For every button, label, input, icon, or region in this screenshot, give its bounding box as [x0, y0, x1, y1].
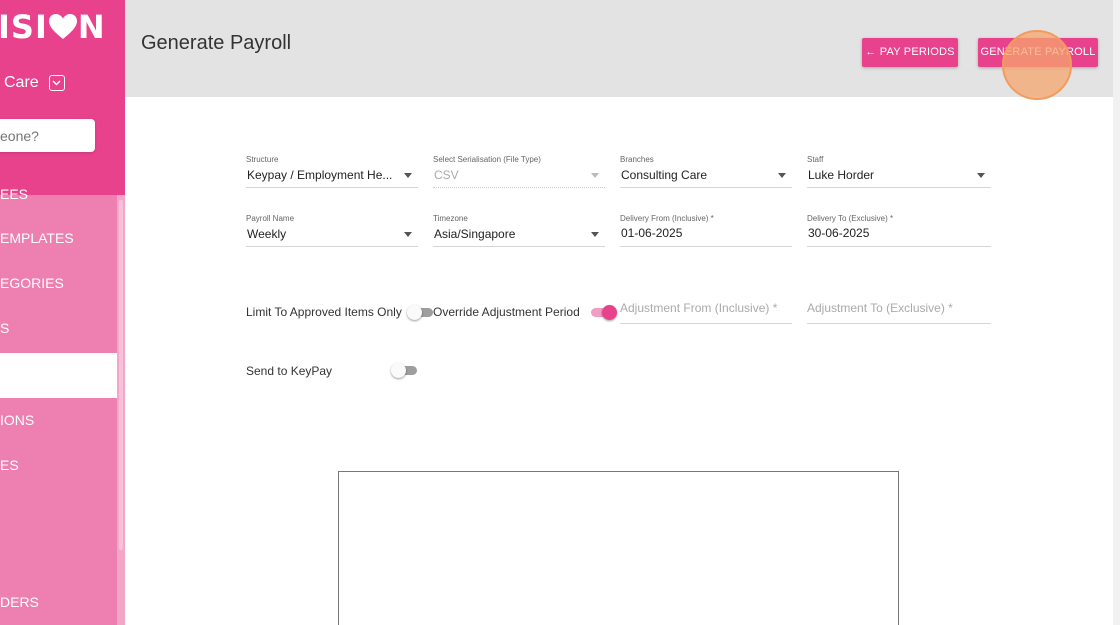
adjustment-from-field[interactable]: Adjustment From (Inclusive) * [620, 298, 792, 324]
pay-periods-button[interactable]: ← PAY PERIODS [862, 38, 958, 67]
sidebar-item-4[interactable]: S [0, 306, 117, 351]
sidebar-item-1[interactable]: EES [0, 172, 117, 217]
page-scrollbar[interactable] [1113, 0, 1120, 625]
sidebar-item-label: EGORIES [0, 275, 64, 291]
limit-approved-toggle[interactable] [407, 305, 435, 320]
timezone-value: Asia/Singapore [434, 227, 516, 241]
sidebar-item-8[interactable]: DERS [0, 580, 117, 625]
caret-down-icon [778, 173, 786, 178]
override-adjustment-label: Override Adjustment Period [433, 305, 580, 319]
sidebar-header: ISI N Care [0, 0, 125, 195]
send-keypay-label: Send to KeyPay [246, 364, 333, 378]
structure-value: Keypay / Employment He... [247, 168, 393, 182]
sidebar-item-label: S [0, 320, 10, 336]
sidebar-item-3[interactable]: EGORIES [0, 261, 117, 306]
staff-label: Staff [807, 155, 824, 164]
caret-down-icon [404, 173, 412, 178]
sidebar-scrollbar-thumb[interactable] [119, 200, 123, 550]
delivery-to-field[interactable]: Delivery To (Exclusive) * 30-06-2025 [807, 214, 991, 247]
timezone-select[interactable]: Timezone Asia/Singapore [433, 214, 605, 247]
delivery-from-field[interactable]: Delivery From (Inclusive) * 01-06-2025 [620, 214, 792, 247]
caret-down-icon [404, 232, 412, 237]
generate-payroll-button[interactable]: GENERATE PAYROLL [978, 38, 1098, 67]
send-keypay-toggle[interactable] [391, 363, 419, 378]
toggle-knob [391, 363, 406, 378]
payroll-name-value: Weekly [247, 227, 287, 241]
sidebar-item-active[interactable] [0, 353, 117, 398]
caret-down-icon [977, 173, 985, 178]
logo-text: ISI [0, 8, 48, 46]
org-switcher[interactable]: Care [4, 74, 65, 92]
caret-down-icon [591, 232, 599, 237]
payroll-name-select[interactable]: Payroll Name Weekly [246, 214, 418, 247]
limit-approved-label: Limit To Approved Items Only [246, 305, 402, 319]
heart-icon [48, 14, 77, 39]
sidebar: ISI N Care EES EMPLATES EGORIES S IONS ES… [0, 0, 125, 625]
sidebar-item-label: EES [0, 186, 29, 202]
sidebar-item-label: EMPLATES [0, 230, 74, 246]
serialisation-select: Select Serialisation (File Type) CSV [433, 155, 605, 188]
serialisation-value: CSV [434, 168, 459, 182]
org-name: Care [4, 74, 39, 91]
sidebar-item-label: ES [0, 457, 19, 473]
caret-down-icon [591, 173, 599, 178]
toggle-knob [407, 305, 422, 320]
page-title: Generate Payroll [141, 32, 292, 54]
override-adjustment-toggle[interactable] [589, 305, 617, 320]
page-header: Generate Payroll ← PAY PERIODS GENERATE … [125, 0, 1114, 97]
adjustment-from-placeholder: Adjustment From (Inclusive) * [620, 301, 778, 315]
sidebar-item-7[interactable]: ES [0, 443, 117, 488]
branches-select[interactable]: Branches Consulting Care [620, 155, 792, 188]
payroll-name-label: Payroll Name [246, 214, 295, 223]
app-window: ISI N Care EES EMPLATES EGORIES S IONS ES… [0, 0, 1120, 625]
payroll-preview-panel [338, 471, 899, 625]
delivery-to-label: Delivery To (Exclusive) * [807, 214, 894, 223]
staff-value: Luke Horder [808, 168, 875, 182]
delivery-from-value: 01-06-2025 [621, 226, 683, 240]
chevron-down-icon [48, 75, 65, 91]
app-logo[interactable]: ISI N [0, 8, 106, 46]
adjustment-to-placeholder: Adjustment To (Exclusive) * [807, 301, 953, 315]
timezone-label: Timezone [433, 214, 468, 223]
search-input[interactable] [0, 119, 95, 152]
structure-select[interactable]: Structure Keypay / Employment He... [246, 155, 418, 188]
branches-label: Branches [620, 155, 654, 164]
delivery-from-label: Delivery From (Inclusive) * [620, 214, 714, 223]
staff-select[interactable]: Staff Luke Horder [807, 155, 991, 188]
logo-text-after: N [77, 8, 106, 46]
serialisation-label: Select Serialisation (File Type) [433, 155, 541, 164]
delivery-to-value: 30-06-2025 [808, 226, 870, 240]
sidebar-item-label: DERS [0, 594, 39, 610]
toggle-knob [602, 305, 617, 320]
sidebar-item-label: IONS [0, 412, 35, 428]
branches-value: Consulting Care [621, 168, 708, 182]
adjustment-to-field[interactable]: Adjustment To (Exclusive) * [807, 298, 991, 324]
sidebar-item-2[interactable]: EMPLATES [0, 216, 117, 261]
structure-label: Structure [246, 155, 279, 164]
sidebar-item-6[interactable]: IONS [0, 398, 117, 443]
